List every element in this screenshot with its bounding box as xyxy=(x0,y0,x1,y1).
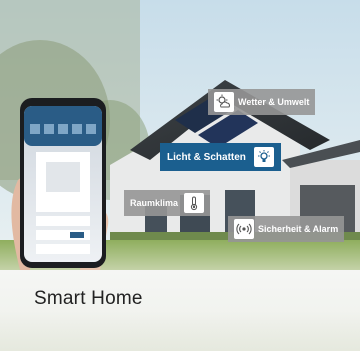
label-weather-text: Wetter & Umwelt xyxy=(238,97,310,107)
label-weather[interactable]: Wetter & Umwelt xyxy=(208,89,316,115)
label-climate[interactable]: Raumklima xyxy=(124,190,211,216)
caption-area xyxy=(0,270,360,351)
thermometer-icon xyxy=(184,193,205,213)
label-security[interactable]: Sicherheit & Alarm xyxy=(228,216,345,242)
label-light[interactable]: Licht & Schatten xyxy=(160,143,281,171)
sensor-icon xyxy=(234,219,254,239)
label-light-text: Licht & Schatten xyxy=(167,151,246,163)
smart-home-card[interactable]: Wetter & Umwelt Licht & Schatten Raumkli… xyxy=(0,0,360,351)
caption-background xyxy=(0,311,360,351)
sun-cloud-icon xyxy=(214,92,234,112)
lightbulb-icon xyxy=(253,147,274,167)
label-security-text: Sicherheit & Alarm xyxy=(258,224,339,234)
label-climate-text: Raumklima xyxy=(130,198,179,208)
card-title[interactable]: Smart Home xyxy=(34,288,143,310)
